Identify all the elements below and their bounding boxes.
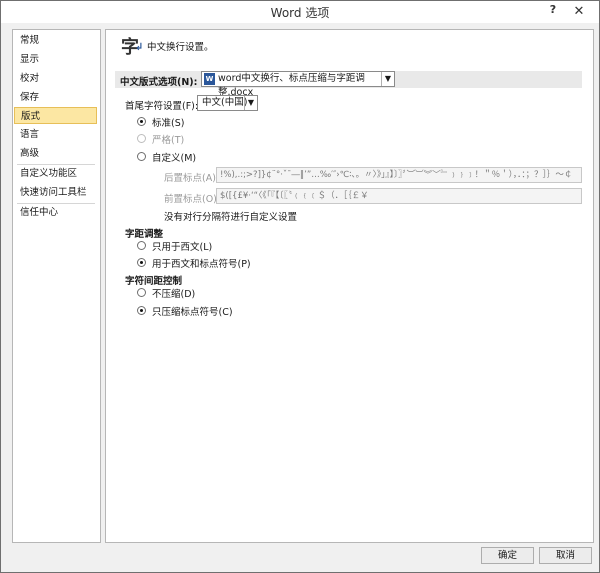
level-standard-label: 标准(S) bbox=[152, 118, 185, 129]
ok-button[interactable]: 确定 bbox=[481, 547, 534, 564]
help-button[interactable]: ? bbox=[546, 3, 560, 19]
custom-note: 没有对行分隔符进行自定义设置 bbox=[164, 212, 298, 223]
sidebar-item-display[interactable]: 显示 bbox=[14, 51, 97, 68]
no-follow-field[interactable]: !%),.:;>?]}¢¨°·ˇˉ―‖’”…‰′″›℃∶、。〃〉》」』】〕〗〞︶… bbox=[216, 167, 582, 183]
no-lead-field[interactable]: $([{£¥·‘“〈《「『【〔〖〝﹙﹛﹝＄（．［｛￡￥ bbox=[216, 188, 582, 204]
options-for-bar: 中文版式选项(N): W word中文换行、标点压缩与字距调整.docx ▼ bbox=[115, 71, 582, 98]
chevron-down-icon: ▼ bbox=[381, 72, 394, 86]
sidebar-item-trust-center[interactable]: 信任中心 bbox=[14, 204, 97, 221]
first-last-value: 中文(中国) bbox=[202, 97, 248, 108]
cancel-button[interactable]: 取消 bbox=[539, 547, 592, 564]
word-document-icon: W bbox=[204, 73, 215, 85]
spacing-western-punct-label: 用于西文和标点符号(P) bbox=[152, 259, 251, 270]
level-standard-radio[interactable] bbox=[137, 117, 146, 126]
spacing-western-punct-radio[interactable] bbox=[137, 258, 146, 267]
sidebar-item-customize-ribbon[interactable]: 自定义功能区 bbox=[14, 165, 97, 182]
no-lead-label: 前置标点(O): bbox=[164, 194, 221, 205]
close-button[interactable]: ✕ bbox=[563, 2, 595, 21]
sidebar-item-quick-access-toolbar[interactable]: 快速访问工具栏 bbox=[14, 184, 97, 201]
spacing-western-only-label: 只用于西文(L) bbox=[152, 242, 213, 253]
title-bar: Word 选项 ? ✕ bbox=[1, 1, 599, 23]
sidebar-item-general[interactable]: 常规 bbox=[14, 32, 97, 49]
compress-none-radio[interactable] bbox=[137, 288, 146, 297]
first-last-label: 首尾字符设置(F): bbox=[125, 101, 199, 112]
sidebar-item-typography[interactable]: 版式 bbox=[14, 107, 97, 124]
sidebar-item-language[interactable]: 语言 bbox=[14, 126, 97, 143]
header-description: 中文换行设置。 bbox=[147, 42, 214, 53]
first-last-dropdown[interactable]: 中文(中国) ▼ bbox=[197, 95, 258, 111]
sidebar-item-advanced[interactable]: 高级 bbox=[14, 145, 97, 162]
spacing-western-only-radio[interactable] bbox=[137, 241, 146, 250]
window-title: Word 选项 bbox=[270, 6, 330, 20]
level-custom-label: 自定义(M) bbox=[152, 153, 197, 164]
compress-punct-only-radio[interactable] bbox=[137, 306, 146, 315]
line-break-arrow-icon: ↲ bbox=[135, 42, 144, 53]
sidebar-item-proofing[interactable]: 校对 bbox=[14, 70, 97, 87]
compress-none-label: 不压缩(D) bbox=[152, 289, 196, 300]
compress-punct-only-label: 只压缩标点符号(C) bbox=[152, 307, 233, 318]
level-strict-radio bbox=[137, 134, 146, 143]
compression-title: 字符间距控制 bbox=[125, 276, 183, 287]
level-strict-label: 严格(T) bbox=[152, 135, 185, 146]
chevron-down-icon: ▼ bbox=[244, 96, 257, 110]
options-for-dropdown[interactable]: W word中文换行、标点压缩与字距调整.docx ▼ bbox=[201, 71, 395, 98]
no-follow-label: 后置标点(A): bbox=[164, 173, 220, 184]
sidebar-item-save[interactable]: 保存 bbox=[14, 89, 97, 106]
options-for-label: 中文版式选项(N): bbox=[120, 77, 198, 88]
typography-panel: 字 ↲ 中文换行设置。 中文版式选项(N): W word中文换行、标点压缩与字… bbox=[105, 29, 594, 543]
level-custom-radio[interactable] bbox=[137, 152, 146, 161]
sidebar: 常规 显示 校对 保存 版式 语言 高级 自定义功能区 快速访问工具栏 信任中心 bbox=[12, 29, 101, 543]
options-window: Word 选项 ? ✕ 常规 显示 校对 保存 版式 语言 高级 自定义功能区 … bbox=[0, 0, 600, 573]
spacing-title: 字距调整 bbox=[125, 229, 164, 240]
